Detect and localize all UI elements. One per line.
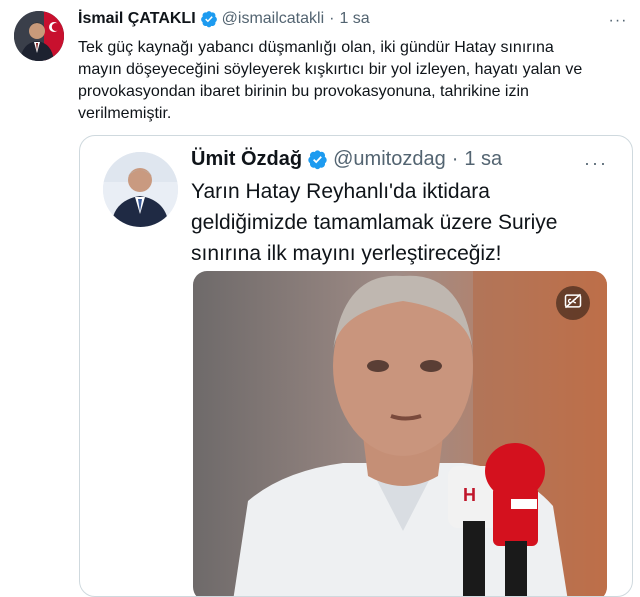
captions-button[interactable] — [556, 286, 590, 320]
quoted-tweet-header: Ümit Özdağ @umitozdag · 1 sa — [191, 148, 502, 171]
quoted-author-name[interactable]: Ümit Özdağ — [191, 148, 302, 171]
author-name[interactable]: İsmail ÇATAKLI — [78, 10, 196, 28]
quoted-author-avatar[interactable] — [103, 152, 178, 227]
verified-badge-icon — [307, 149, 328, 170]
verified-badge-icon — [200, 10, 218, 28]
author-avatar[interactable] — [14, 11, 64, 61]
closed-captions-off-icon — [563, 291, 583, 316]
quoted-tweet-timestamp[interactable]: 1 sa — [464, 148, 502, 171]
separator-dot: · — [451, 148, 459, 170]
quoted-tweet[interactable]: Ümit Özdağ @umitozdag · 1 sa ··· Yarın H… — [79, 135, 633, 597]
quoted-avatar-image — [103, 152, 178, 227]
svg-text:H: H — [463, 485, 476, 505]
video-player[interactable]: H — [193, 271, 607, 596]
quoted-more-options-button[interactable]: ··· — [580, 150, 612, 176]
more-options-button[interactable]: ··· — [605, 10, 631, 32]
avatar-image — [14, 11, 64, 61]
quoted-author-handle[interactable]: @umitozdag — [333, 148, 446, 171]
quoted-tweet-text: Yarın Hatay Reyhanlı'da iktidara geldiği… — [191, 180, 558, 265]
author-handle[interactable]: @ismailcatakli — [222, 10, 324, 28]
tweet-timestamp[interactable]: 1 sa — [339, 10, 369, 28]
tweet-text: Tek güç kaynağı yabancı düşmanlığı olan,… — [78, 39, 583, 122]
tweet-header: İsmail ÇATAKLI @ismailcatakli · 1 sa — [78, 10, 370, 28]
video-thumbnail: H — [193, 271, 607, 596]
more-icon: ··· — [608, 12, 628, 29]
separator-dot: · — [329, 10, 335, 27]
tweet[interactable]: İsmail ÇATAKLI @ismailcatakli · 1 sa ···… — [0, 0, 640, 597]
more-icon: ··· — [584, 152, 608, 173]
